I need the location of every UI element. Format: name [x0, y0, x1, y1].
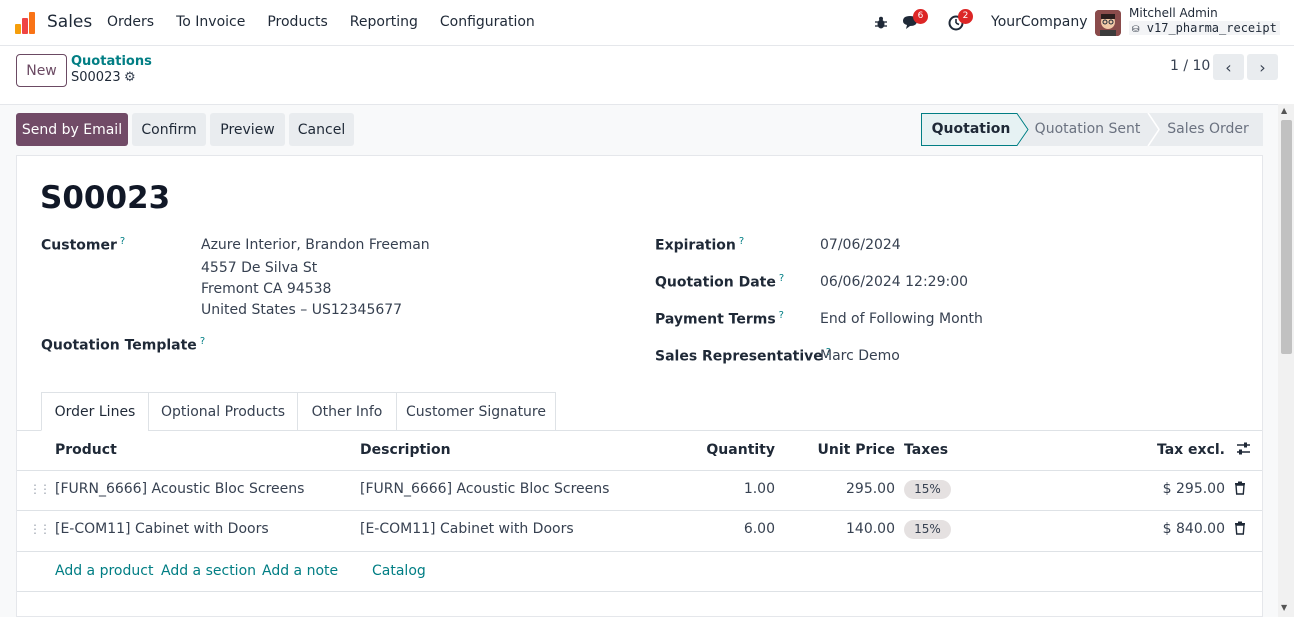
customer-city: Fremont CA 94538 — [201, 281, 332, 297]
sales-rep-label: Sales Representative? — [655, 347, 832, 365]
column-taxes[interactable]: Taxes — [904, 442, 948, 458]
customer-street: 4557 De Silva St — [201, 260, 318, 276]
breadcrumb-quotations[interactable]: Quotations — [71, 54, 152, 69]
menu-to-invoice[interactable]: To Invoice — [176, 14, 245, 30]
messages-badge: 6 — [913, 9, 928, 24]
customer-country: United States – US12345677 — [201, 302, 403, 318]
activities-clock-icon[interactable]: 2 — [946, 9, 973, 33]
column-tax-excl[interactable]: Tax excl. — [1100, 442, 1225, 458]
row-divider — [17, 591, 1262, 592]
breadcrumb-current: S00023 — [71, 70, 121, 85]
record-title: S00023 — [40, 180, 171, 216]
row-1-quantity[interactable]: 1.00 — [640, 481, 775, 497]
stage-quotation-sent[interactable]: Quotation Sent — [1025, 113, 1150, 146]
scrollbar-thumb[interactable] — [1281, 120, 1292, 354]
row-2-tax-badge[interactable]: 15% — [904, 520, 951, 539]
row-1-tax-badge[interactable]: 15% — [904, 480, 951, 499]
column-product[interactable]: Product — [55, 442, 117, 458]
column-description[interactable]: Description — [360, 442, 451, 458]
tab-order-lines[interactable]: Order Lines — [41, 392, 149, 431]
stage-quotation[interactable]: Quotation — [921, 113, 1021, 146]
add-note-link[interactable]: Add a note — [262, 563, 338, 579]
sales-app-icon[interactable] — [15, 12, 37, 34]
company-switcher[interactable]: YourCompany — [991, 14, 1088, 30]
row-1-unit-price[interactable]: 295.00 — [790, 481, 895, 497]
stage-sales-order[interactable]: Sales Order — [1157, 113, 1259, 146]
menu-orders[interactable]: Orders — [107, 14, 154, 30]
menu-reporting[interactable]: Reporting — [350, 14, 418, 30]
tab-other-info[interactable]: Other Info — [297, 392, 397, 431]
tab-customer-signature[interactable]: Customer Signature — [396, 392, 556, 431]
preview-button[interactable]: Preview — [210, 113, 285, 146]
row-divider — [17, 510, 1262, 511]
drag-handle-icon[interactable]: ⋮⋮ — [29, 482, 51, 496]
row-2-unit-price[interactable]: 140.00 — [790, 521, 895, 537]
pager-previous-chevron-left-icon[interactable]: ‹ — [1213, 54, 1244, 80]
row-divider — [17, 470, 1262, 471]
pager-value[interactable]: 1 / 10 — [1170, 58, 1210, 74]
row-2-subtotal: $ 840.00 — [1162, 521, 1225, 537]
row-1-product[interactable]: [FURN_6666] Acoustic Bloc Screens — [55, 481, 304, 497]
confirm-button[interactable]: Confirm — [132, 113, 206, 146]
debug-bug-icon[interactable] — [871, 13, 891, 33]
customer-label: Customer? — [41, 236, 126, 254]
add-section-link[interactable]: Add a section — [161, 563, 256, 579]
pager-next-chevron-right-icon[interactable]: › — [1247, 54, 1278, 80]
scroll-up-arrow-icon[interactable]: ▲ — [1281, 106, 1287, 115]
cancel-button[interactable]: Cancel — [289, 113, 354, 146]
help-tooltip-icon: ? — [738, 236, 745, 247]
expiration-label: Expiration? — [655, 236, 745, 254]
gear-icon[interactable]: ⚙ — [124, 70, 136, 85]
quotation-date-field[interactable]: 06/06/2024 12:29:00 — [820, 274, 968, 290]
form-sheet — [16, 155, 1263, 617]
row-2-description[interactable]: [E-COM11] Cabinet with Doors — [360, 521, 574, 537]
add-product-link[interactable]: Add a product — [55, 563, 153, 579]
customer-name[interactable]: Azure Interior, Brandon Freeman — [201, 237, 430, 253]
catalog-link[interactable]: Catalog — [372, 563, 426, 579]
main-menu: Orders To Invoice Products Reporting Con… — [107, 14, 535, 30]
user-avatar[interactable] — [1095, 10, 1121, 36]
quotation-template-field[interactable] — [201, 336, 591, 356]
row-2-trash-icon[interactable] — [1234, 521, 1246, 539]
help-tooltip-icon: ? — [778, 273, 785, 284]
help-tooltip-icon: ? — [119, 236, 126, 247]
row-2-quantity[interactable]: 6.00 — [640, 521, 775, 537]
row-1-description[interactable]: [FURN_6666] Acoustic Bloc Screens — [360, 481, 609, 497]
payment-terms-label: Payment Terms? — [655, 310, 784, 328]
database-icon: ⛁ — [1132, 25, 1140, 35]
send-by-email-button[interactable]: Send by Email — [16, 113, 128, 146]
optional-columns-sliders-icon[interactable] — [1236, 441, 1251, 460]
row-1-subtotal: $ 295.00 — [1162, 481, 1225, 497]
database-label: v17_pharma_receipt — [1146, 21, 1277, 35]
row-2-product[interactable]: [E-COM11] Cabinet with Doors — [55, 521, 269, 537]
user-name[interactable]: Mitchell Admin — [1129, 6, 1218, 20]
new-button[interactable]: New — [16, 54, 67, 87]
status-bar: Quotation Quotation Sent Sales Order — [921, 113, 1263, 146]
column-unit-price[interactable]: Unit Price — [790, 442, 895, 458]
column-quantity[interactable]: Quantity — [640, 442, 775, 458]
menu-products[interactable]: Products — [267, 14, 327, 30]
row-divider — [17, 551, 1262, 552]
database-name: ⛁ v17_pharma_receipt — [1129, 21, 1280, 35]
activities-badge: 2 — [958, 9, 973, 24]
app-name[interactable]: Sales — [47, 12, 92, 32]
scroll-down-arrow-icon[interactable]: ▼ — [1281, 603, 1287, 612]
top-navbar: Sales Orders To Invoice Products Reporti… — [0, 0, 1294, 46]
quotation-date-label: Quotation Date? — [655, 273, 785, 291]
tab-optional-products[interactable]: Optional Products — [148, 392, 298, 431]
help-tooltip-icon: ? — [778, 310, 784, 321]
drag-handle-icon[interactable]: ⋮⋮ — [29, 522, 51, 536]
quotation-template-label: Quotation Template? — [41, 336, 206, 354]
payment-terms-field[interactable]: End of Following Month — [820, 311, 983, 327]
sales-rep-field[interactable]: Marc Demo — [820, 348, 900, 364]
messages-icon[interactable]: 6 — [901, 9, 928, 33]
expiration-field[interactable]: 07/06/2024 — [820, 237, 901, 253]
row-1-trash-icon[interactable] — [1234, 481, 1246, 499]
menu-configuration[interactable]: Configuration — [440, 14, 535, 30]
